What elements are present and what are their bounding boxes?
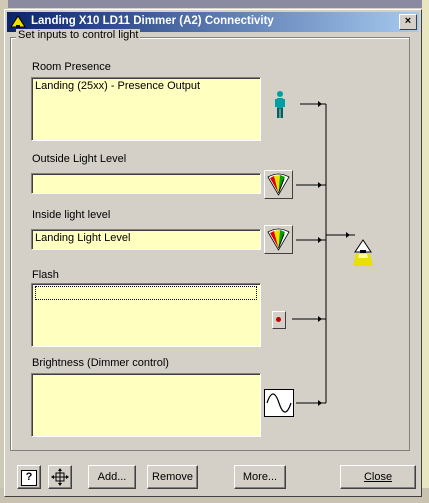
move-icon: [51, 468, 69, 486]
help-icon: ?: [21, 470, 37, 486]
move-button[interactable]: [48, 465, 72, 489]
close-button[interactable]: Close: [340, 465, 416, 489]
close-button-label: Close: [363, 471, 393, 483]
more-button[interactable]: More...: [234, 465, 286, 489]
remove-button[interactable]: Remove: [147, 465, 198, 489]
help-button[interactable]: ?: [17, 465, 41, 489]
add-button[interactable]: Add...: [88, 465, 136, 489]
lamp-output-icon: [351, 236, 375, 270]
